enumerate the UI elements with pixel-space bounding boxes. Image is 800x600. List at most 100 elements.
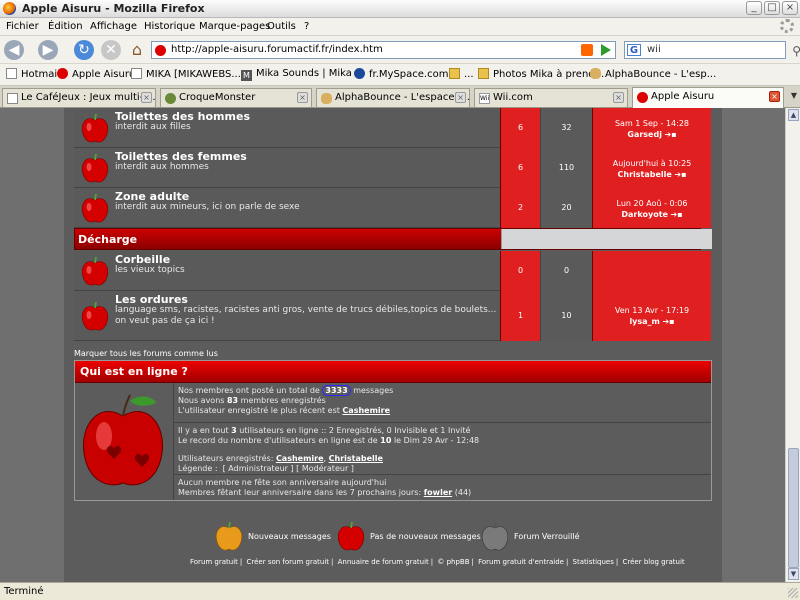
bookmark-hotmail[interactable]: Hotmail xyxy=(6,68,60,80)
url-text: http://apple-aisuru.forumactif.fr/index.… xyxy=(171,44,383,55)
title-bar: Apple Aisuru - Mozilla Firefox _ □ × xyxy=(0,0,800,18)
bookmark-alphabounce[interactable]: AlphaBounce - L'esp... xyxy=(590,68,716,80)
online-users-box: Il y a en tout 3 utilisateurs en ligne :… xyxy=(173,422,711,474)
scroll-thumb[interactable] xyxy=(788,448,799,568)
online-user-link[interactable]: Cashemire xyxy=(276,454,324,463)
goto-post-icon[interactable]: ➔▪ xyxy=(670,210,682,219)
goto-post-icon[interactable]: ➔▪ xyxy=(665,130,677,139)
tab-croquemonster[interactable]: CroqueMonster × xyxy=(160,88,312,107)
site-favicon-icon xyxy=(155,45,166,56)
footer-link[interactable]: Forum gratuit xyxy=(190,558,238,566)
last-post-user[interactable]: lysa_m xyxy=(629,317,659,326)
menu-historique[interactable]: Historique xyxy=(144,21,195,32)
last-post-user[interactable]: Darkoyote xyxy=(621,210,668,219)
footer-link[interactable]: © phpBB xyxy=(437,558,469,566)
vertical-scrollbar[interactable]: ▲ ▼ xyxy=(785,108,800,582)
bookmark-folder[interactable]: ... xyxy=(449,68,474,80)
goto-post-icon[interactable]: ➔▪ xyxy=(662,317,674,326)
footer-link[interactable]: Forum gratuit d'entraide xyxy=(478,558,564,566)
footer-link[interactable]: Statistiques xyxy=(573,558,614,566)
who-is-online-title: Qui est en ligne ? xyxy=(80,365,188,378)
category-header: Décharge xyxy=(74,228,712,250)
bookmark-mika[interactable]: MIKA [MIKAWEBS... xyxy=(131,68,241,80)
croquemonster-icon xyxy=(165,93,176,104)
apple-forum-icon[interactable] xyxy=(80,112,110,144)
last-post-user[interactable]: Garsedj xyxy=(627,130,662,139)
menu-affichage[interactable]: Affichage xyxy=(90,21,137,32)
bookmark-apple-aisuru[interactable]: Apple Aisuru xyxy=(57,68,135,80)
category-title[interactable]: Décharge xyxy=(78,233,137,246)
posts-total: 3333 xyxy=(322,385,351,396)
newest-member-link[interactable]: Cashemire xyxy=(342,406,390,415)
back-arrow-icon[interactable]: ◀ xyxy=(4,40,24,60)
goto-post-icon[interactable]: ➔▪ xyxy=(674,170,686,179)
url-bar[interactable]: http://apple-aisuru.forumactif.fr/index.… xyxy=(151,41,616,59)
tab-list-chevron-icon[interactable]: ▼ xyxy=(791,91,797,100)
tab-alphabounce[interactable]: AlphaBounce - L'espace in... × xyxy=(316,88,470,107)
tab-close-icon[interactable]: × xyxy=(141,92,152,103)
scroll-up-icon[interactable]: ▲ xyxy=(788,109,799,121)
tab-wii[interactable]: Wii Wii.com × xyxy=(474,88,628,107)
tab-close-icon[interactable]: × xyxy=(613,92,624,103)
tab-cafejeux[interactable]: Le CaféJeux : Jeux multi-j... × xyxy=(2,88,156,107)
rss-feed-icon[interactable] xyxy=(581,44,593,56)
scroll-down-icon[interactable]: ▼ xyxy=(788,568,799,580)
footer-link[interactable]: Créer son forum gratuit xyxy=(247,558,330,566)
search-input[interactable]: wii xyxy=(647,44,661,55)
forum-description: interdit aux mineurs, ici on parle de se… xyxy=(115,202,300,212)
go-arrow-icon[interactable] xyxy=(601,44,611,56)
posts-cell: 32 xyxy=(540,108,592,148)
forum-row: Zone adulte interdit aux mineurs, ici on… xyxy=(74,188,711,228)
last-post-cell: Aujourd'hui à 10:25 Christabelle ➔▪ xyxy=(592,148,711,188)
menu-outils[interactable]: Outils xyxy=(267,21,296,32)
home-icon[interactable]: ⌂ xyxy=(127,40,147,60)
forward-arrow-icon[interactable]: ▶ xyxy=(38,40,58,60)
topics-count: 6 xyxy=(517,163,524,172)
menu-bar: Fichier Édition Affichage Historique Mar… xyxy=(0,18,800,36)
resize-grip-icon[interactable] xyxy=(788,588,798,598)
navigation-toolbar: ◀ ▶ ↻ ✕ ⌂ http://apple-aisuru.forumactif… xyxy=(0,36,800,64)
tab-close-icon[interactable]: × xyxy=(297,92,308,103)
topics-count: 2 xyxy=(517,203,524,212)
tab-close-icon[interactable]: × xyxy=(455,92,466,103)
topics-cell: 6 xyxy=(500,108,540,148)
menu-edition[interactable]: Édition xyxy=(48,21,83,32)
apple-forum-icon[interactable] xyxy=(80,152,110,184)
orange-apple-icon xyxy=(215,521,243,551)
bookmark-mika-sounds[interactable]: M Mika Sounds | Mika ... xyxy=(241,68,365,81)
apple-forum-icon[interactable] xyxy=(80,255,110,287)
stop-icon[interactable]: ✕ xyxy=(101,40,121,60)
mark-all-read-link[interactable]: Marquer tous les forums comme lus xyxy=(74,349,218,358)
forum-description: language sms, racistes, racistes anti gr… xyxy=(115,305,497,326)
topics-cell: 1 xyxy=(500,291,540,341)
apple-forum-icon[interactable] xyxy=(80,300,110,332)
menu-marque-pages[interactable]: Marque-pages xyxy=(199,21,270,32)
footer-link[interactable]: Créer blog gratuit xyxy=(622,558,684,566)
reload-icon[interactable]: ↻ xyxy=(74,40,94,60)
google-search-engine-icon[interactable]: G xyxy=(627,44,641,56)
last-post-date: Aujourd'hui à 10:25 xyxy=(612,159,692,168)
footer-link[interactable]: Annuaire de forum gratuit xyxy=(338,558,429,566)
status-text: Terminé xyxy=(4,586,44,597)
online-user-link[interactable]: Christabelle xyxy=(329,454,383,463)
category-header-filler xyxy=(501,229,712,249)
birthday-user-link[interactable]: fowler xyxy=(424,488,452,497)
forum-description: interdit aux filles xyxy=(115,122,191,132)
tab-apple-aisuru[interactable]: Apple Aisuru × xyxy=(632,87,784,108)
bookmark-photos-mika[interactable]: Photos Mika à prend... xyxy=(478,68,604,80)
last-post-user[interactable]: Christabelle xyxy=(618,170,672,179)
search-icon[interactable]: ⚲ xyxy=(792,44,800,58)
close-window-button[interactable]: × xyxy=(782,1,798,15)
users-online-count: 3 xyxy=(231,426,237,435)
search-box[interactable]: G wii ⚲ xyxy=(624,41,800,59)
menu-fichier[interactable]: Fichier xyxy=(6,21,39,32)
minimize-button[interactable]: _ xyxy=(746,1,762,15)
apple-forum-icon[interactable] xyxy=(80,192,110,224)
posts-count: 32 xyxy=(561,123,572,132)
bookmark-myspace[interactable]: fr.MySpace.com xyxy=(354,68,448,80)
menu-help[interactable]: ? xyxy=(304,21,309,32)
maximize-button[interactable]: □ xyxy=(764,1,780,15)
last-post-cell: Lun 20 Aoû - 0:06 Darkoyote ➔▪ xyxy=(592,188,711,228)
forum-description: interdit aux hommes xyxy=(115,162,209,172)
tab-close-icon[interactable]: × xyxy=(769,91,780,102)
